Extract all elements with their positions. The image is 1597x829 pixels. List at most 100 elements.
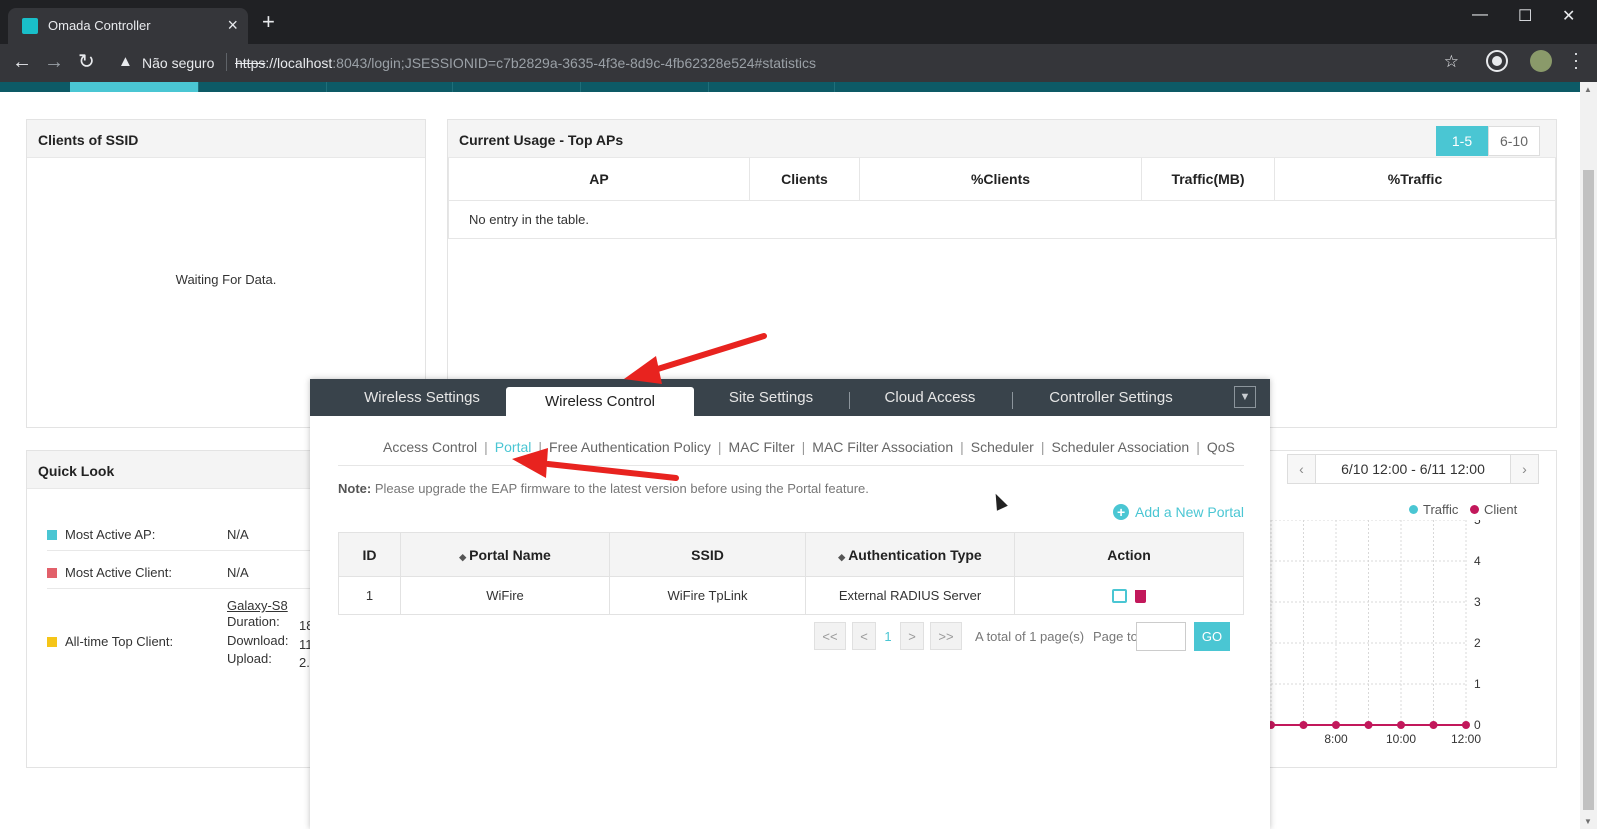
page-scrollbar[interactable]: ▲ ▼ [1580, 82, 1597, 829]
legend-client-label: Client [1484, 502, 1518, 517]
scroll-down-icon[interactable]: ▼ [1584, 817, 1592, 826]
tab-wireless-control[interactable]: Wireless Control [506, 387, 694, 416]
x-tick-label: 8:00 [1324, 732, 1348, 746]
top-client-name[interactable]: Galaxy-S8 [227, 598, 288, 613]
url-text[interactable]: https://localhost:8043/login;JSESSIONID=… [235, 55, 816, 71]
col-action: Action [1014, 532, 1244, 577]
reload-icon[interactable]: ↻ [78, 52, 95, 72]
add-portal-button[interactable]: + Add a New Portal [1113, 504, 1244, 520]
clients-of-ssid-title: Clients of SSID [27, 120, 425, 158]
tab-wireless-settings[interactable]: Wireless Settings [332, 379, 512, 416]
scrollbar-thumb[interactable] [1583, 170, 1594, 810]
scroll-up-icon[interactable]: ▲ [1584, 85, 1592, 94]
col-pct-clients[interactable]: %Clients [859, 158, 1142, 201]
subnav-access-control[interactable]: Access Control [383, 439, 477, 455]
last-page-button[interactable]: >> [930, 622, 962, 650]
y-tick-label: 0 [1474, 718, 1481, 732]
tab-controller-settings[interactable]: Controller Settings [1013, 379, 1209, 416]
first-page-button[interactable]: << [814, 622, 846, 650]
warning-icon: ▲ [118, 53, 133, 70]
app-nav-active-item[interactable] [70, 82, 198, 92]
duration-label: Duration: [227, 614, 280, 629]
modal-tab-bar: Wireless Settings Wireless Control Site … [310, 379, 1270, 416]
col-pct-traffic[interactable]: %Traffic [1274, 158, 1556, 201]
address-bar[interactable]: ▲ Não seguro https://localhost:8043/logi… [104, 49, 1489, 77]
minimize-icon[interactable]: — [1472, 6, 1488, 24]
page-1-5-button[interactable]: 1-5 [1436, 126, 1488, 156]
client-color-swatch [47, 568, 57, 578]
y-tick-label: 3 [1474, 595, 1481, 609]
next-range-icon[interactable]: › [1510, 455, 1538, 483]
x-tick-label: 12:00 [1451, 732, 1481, 746]
prev-page-button[interactable]: < [852, 622, 876, 650]
client-point [1299, 721, 1308, 729]
bookmark-star-icon[interactable]: ☆ [1444, 52, 1459, 72]
current-page[interactable]: 1 [878, 622, 898, 650]
security-label[interactable]: Não seguro [142, 55, 214, 71]
col-ap[interactable]: AP [448, 158, 750, 201]
date-range-text: 6/10 12:00 - 6/11 12:00 [1341, 461, 1485, 477]
cell-portal-name: WiFire [400, 576, 610, 615]
go-button[interactable]: GO [1194, 622, 1230, 651]
add-icon: + [1113, 504, 1130, 520]
col-auth-type[interactable]: ◆ Authentication Type [805, 532, 1015, 577]
close-tab-icon[interactable]: × [227, 15, 238, 36]
client-point [1364, 721, 1373, 729]
browser-toolbar: ← → ↻ ▲ Não seguro https://localhost:804… [0, 44, 1597, 82]
legend-client[interactable]: Client [1470, 502, 1517, 517]
most-active-client-value: N/A [227, 565, 249, 580]
tab-title: Omada Controller [48, 18, 151, 33]
subnav-qos[interactable]: QoS [1207, 439, 1235, 455]
collapse-modal-icon[interactable]: ▼ [1234, 386, 1256, 408]
forward-icon[interactable]: → [44, 52, 64, 72]
browser-tab[interactable]: Omada Controller × [8, 8, 248, 44]
ap-color-swatch [47, 530, 57, 540]
subnav-mac-filter[interactable]: MAC Filter [729, 439, 795, 455]
col-clients[interactable]: Clients [749, 158, 860, 201]
top-aps-header: Current Usage - Top APs 1-5 6-10 [448, 120, 1556, 158]
x-tick-label: 10:00 [1386, 732, 1416, 746]
browser-menu-icon[interactable]: · · · [1573, 44, 1579, 76]
tab-cloud-access[interactable]: Cloud Access [850, 379, 1010, 416]
edit-icon[interactable] [1112, 589, 1127, 604]
page-to-input[interactable] [1136, 622, 1186, 651]
legend-traffic[interactable]: Traffic [1409, 502, 1458, 517]
cell-action [1014, 576, 1244, 615]
col-traffic[interactable]: Traffic(MB) [1141, 158, 1275, 201]
y-tick-label: 5 [1474, 520, 1481, 527]
delete-icon[interactable] [1135, 589, 1146, 603]
maximize-icon[interactable]: ☐ [1518, 6, 1532, 26]
next-page-button[interactable]: > [900, 622, 924, 650]
y-tick-label: 4 [1474, 554, 1481, 568]
client-point [1462, 721, 1470, 729]
date-range-selector[interactable]: ‹ 6/10 12:00 - 6/11 12:00 › [1287, 454, 1539, 484]
upload-label: Upload: [227, 651, 272, 666]
wifi-favicon-icon [22, 18, 38, 34]
empty-table-message: No entry in the table. [448, 199, 1556, 239]
subnav-scheduler[interactable]: Scheduler [971, 439, 1034, 455]
close-window-icon[interactable]: ✕ [1562, 6, 1575, 26]
settings-modal: Wireless Settings Wireless Control Site … [310, 379, 1270, 829]
back-icon[interactable]: ← [12, 52, 32, 72]
subnav-portal[interactable]: Portal [495, 439, 532, 455]
most-active-client-label: Most Active Client: [65, 565, 172, 580]
page-6-10-button[interactable]: 6-10 [1488, 126, 1540, 156]
cell-auth-type: External RADIUS Server [805, 576, 1015, 615]
col-portal-name[interactable]: ◆ Portal Name [400, 532, 610, 577]
subnav-mac-filter-association[interactable]: MAC Filter Association [812, 439, 953, 455]
col-ssid: SSID [609, 532, 806, 577]
table-row: 1 WiFire WiFire TpLink External RADIUS S… [338, 576, 1244, 615]
portal-table: ID ◆ Portal Name SSID ◆ Authentication Typ… [338, 532, 1244, 615]
profile-avatar[interactable] [1530, 50, 1552, 72]
extension-icon[interactable] [1488, 52, 1506, 70]
new-tab-button[interactable]: + [262, 11, 275, 33]
most-active-ap-value: N/A [227, 527, 249, 542]
cell-id: 1 [338, 576, 401, 615]
y-tick-label: 1 [1474, 677, 1481, 691]
legend-traffic-label: Traffic [1423, 502, 1459, 517]
subnav-free-auth-policy[interactable]: Free Authentication Policy [549, 439, 711, 455]
prev-range-icon[interactable]: ‹ [1288, 455, 1316, 483]
col-id: ID [338, 532, 401, 577]
subnav-scheduler-association[interactable]: Scheduler Association [1051, 439, 1189, 455]
tab-site-settings[interactable]: Site Settings [694, 379, 848, 416]
